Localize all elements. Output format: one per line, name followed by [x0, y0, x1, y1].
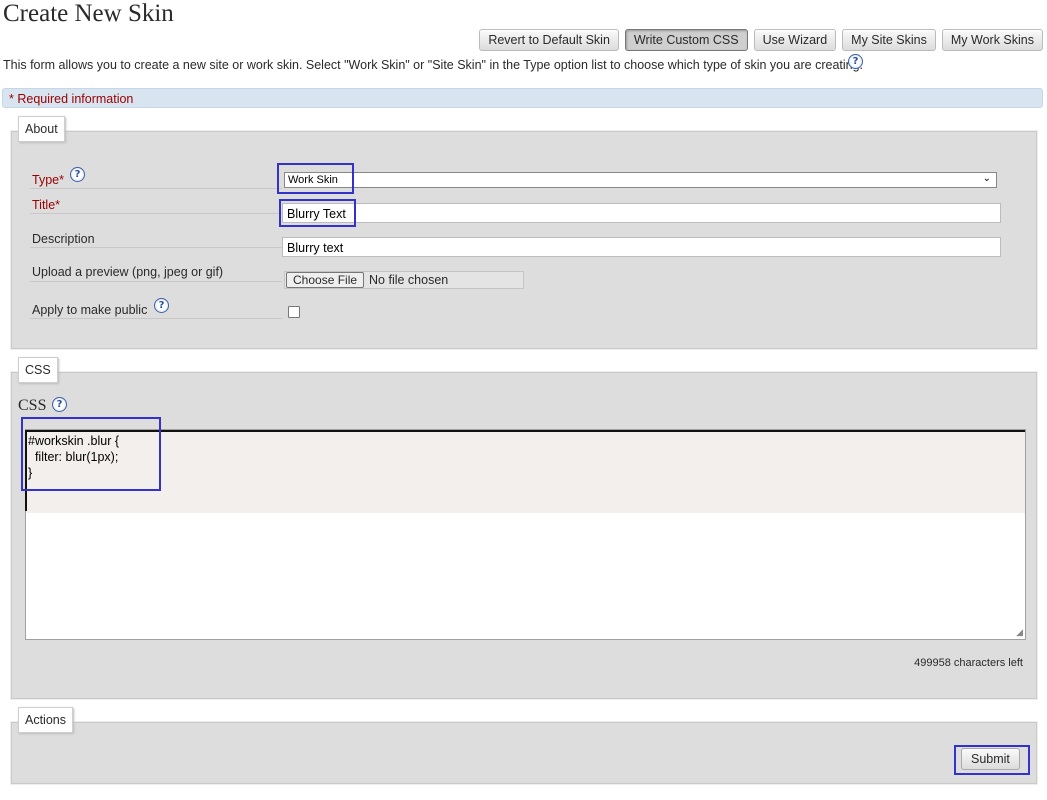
write-custom-css-button[interactable]: Write Custom CSS — [624, 29, 748, 51]
required-info-notice: * Required information — [2, 88, 1043, 108]
my-site-skins-button[interactable]: My Site Skins — [842, 29, 936, 51]
css-heading: CSS — [18, 397, 47, 414]
resize-handle-icon[interactable]: ◢ — [1016, 627, 1023, 638]
editor-gutter — [25, 430, 27, 511]
type-select[interactable]: Work Skin ⌄ — [284, 172, 997, 188]
file-status-text: No file chosen — [369, 273, 449, 287]
type-help-icon[interactable]: ? — [70, 167, 85, 182]
preview-file-input: Choose File No file chosen — [284, 271, 524, 289]
intro-text: This form allows you to create a new sit… — [3, 58, 864, 72]
divider — [30, 213, 282, 214]
about-legend: About — [18, 116, 65, 142]
make-public-checkbox[interactable] — [288, 306, 300, 318]
description-input[interactable]: Blurry text — [282, 237, 1001, 257]
css-help-icon[interactable]: ? — [52, 397, 67, 412]
css-legend: CSS — [18, 357, 58, 383]
title-label: Title* — [32, 198, 61, 212]
description-label: Description — [32, 232, 95, 246]
actions-fieldset — [11, 722, 1037, 784]
preview-upload-label: Upload a preview (png, jpeg or gif) — [32, 265, 224, 279]
css-textarea[interactable]: #workskin .blur { filter: blur(1px); } ◢ — [25, 429, 1026, 640]
characters-left-counter: 499958 characters left — [914, 657, 1023, 669]
type-label: Type* — [32, 173, 64, 187]
type-select-value: Work Skin — [288, 174, 338, 186]
actions-legend: Actions — [18, 707, 73, 733]
divider — [30, 247, 282, 248]
choose-file-button[interactable]: Choose File — [286, 272, 365, 288]
css-code: #workskin .blur { filter: blur(1px); } — [28, 434, 120, 480]
skin-navigation: Revert to Default Skin Write Custom CSS … — [479, 29, 1043, 51]
make-public-label: Apply to make public — [32, 303, 148, 317]
page-title: Create New Skin — [3, 0, 174, 27]
public-help-icon[interactable]: ? — [154, 298, 169, 313]
use-wizard-button[interactable]: Use Wizard — [753, 29, 837, 51]
divider — [30, 188, 282, 189]
divider — [30, 281, 282, 282]
editor-active-area — [26, 430, 1025, 513]
help-icon[interactable]: ? — [848, 54, 863, 69]
chevron-down-icon: ⌄ — [982, 173, 991, 184]
title-input[interactable]: Blurry Text — [282, 203, 1001, 223]
my-work-skins-button[interactable]: My Work Skins — [941, 29, 1043, 51]
divider — [30, 318, 282, 319]
revert-default-skin-button[interactable]: Revert to Default Skin — [479, 29, 619, 51]
submit-button[interactable]: Submit — [961, 748, 1020, 770]
